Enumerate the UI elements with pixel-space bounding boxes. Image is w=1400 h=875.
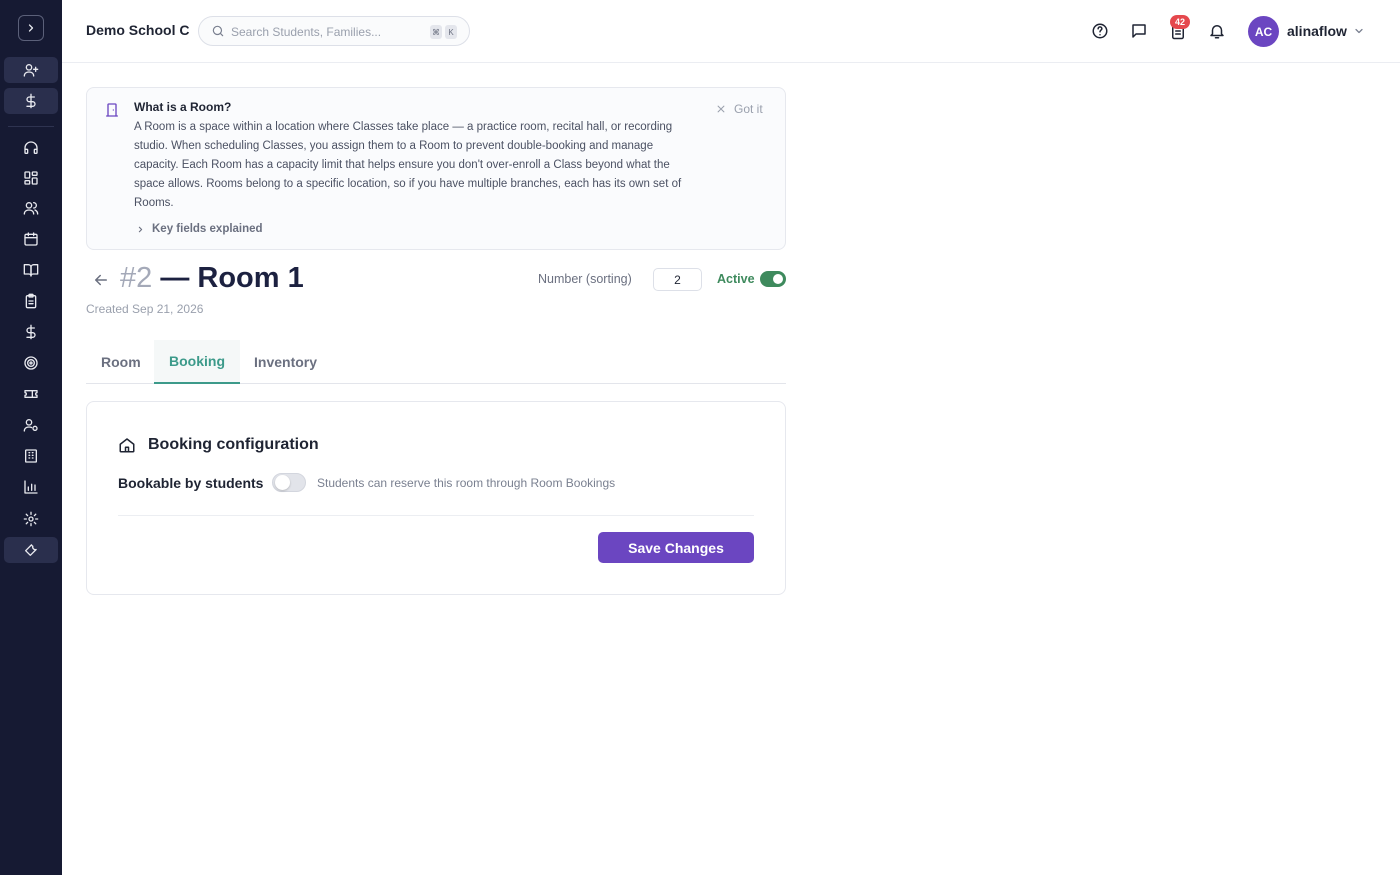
created-date: Created Sep 21, 2026 — [86, 302, 204, 316]
room-number: #2 — [120, 262, 153, 294]
bar-chart-icon — [24, 480, 38, 494]
user-settings-icon — [23, 419, 38, 432]
sidebar-item-locations[interactable] — [4, 443, 58, 469]
building-icon — [25, 449, 37, 463]
page-title: #2 — Room 1 — [120, 262, 304, 295]
bookable-label: Bookable by students — [118, 475, 264, 491]
school-name[interactable]: Demo School C — [86, 22, 189, 38]
tab-room[interactable]: Room — [86, 340, 156, 384]
username[interactable]: alinaflow — [1287, 23, 1347, 39]
sidebar-item-dashboard[interactable] — [4, 165, 58, 191]
sidebar-item-billing[interactable] — [4, 319, 58, 345]
toggle-knob — [275, 475, 290, 490]
info-description: A Room is a space within a location wher… — [134, 121, 682, 209]
sidebar-item-tickets[interactable] — [4, 381, 58, 407]
user-avatar[interactable]: AC — [1248, 16, 1279, 47]
users-icon — [23, 202, 39, 215]
wrench-icon — [25, 544, 37, 556]
active-label: Active — [717, 272, 755, 286]
help-button[interactable] — [1090, 21, 1110, 41]
sidebar-item-settings[interactable] — [4, 506, 58, 532]
door-icon — [106, 103, 118, 117]
bookable-description: Students can reserve this room through R… — [317, 476, 616, 490]
help-circle-icon — [1092, 23, 1108, 39]
info-title: What is a Room? — [134, 100, 232, 114]
home-icon — [119, 438, 135, 453]
sidebar-item-tools[interactable] — [4, 537, 58, 563]
key-fields-toggle[interactable]: Key fields explained — [136, 223, 263, 235]
back-arrow-icon[interactable] — [92, 271, 110, 289]
sidebar-item-goals[interactable] — [4, 350, 58, 376]
tasks-count-badge: 42 — [1170, 15, 1190, 29]
sidebar-item-courses[interactable] — [4, 257, 58, 283]
active-toggle[interactable] — [760, 271, 786, 287]
sidebar-item-people[interactable] — [4, 195, 58, 221]
clipboard-icon — [25, 293, 37, 309]
sorting-number-input[interactable] — [653, 268, 702, 291]
sidebar-item-support[interactable] — [4, 135, 58, 161]
dollar-icon — [26, 324, 36, 340]
key-fields-label: Key fields explained — [152, 223, 263, 235]
search-icon — [212, 25, 224, 37]
calendar-icon — [24, 232, 38, 246]
top-header: Demo School C ⌘ K 42 AC alinaflow — [62, 0, 1400, 63]
room-name: — Room 1 — [160, 262, 304, 294]
tab-inventory[interactable]: Inventory — [239, 340, 332, 384]
room-tabs: Room Booking Inventory — [86, 340, 786, 384]
bell-icon — [1210, 25, 1224, 39]
booking-configuration-card: Booking configuration Bookable by studen… — [86, 401, 786, 595]
dismiss-label: Got it — [734, 102, 763, 116]
sidebar-item-reports[interactable] — [4, 474, 58, 500]
sidebar-item-tasks[interactable] — [4, 288, 58, 314]
notifications-button[interactable] — [1207, 21, 1227, 41]
message-icon — [1132, 24, 1146, 38]
booking-section-title: Booking configuration — [148, 436, 319, 453]
search-input[interactable] — [231, 23, 421, 41]
sidebar-item-add-student[interactable] — [4, 57, 58, 83]
chevron-right-icon — [138, 226, 143, 232]
user-plus-icon — [23, 63, 39, 77]
sidebar-item-staff[interactable] — [4, 412, 58, 438]
chevron-down-icon[interactable] — [1353, 25, 1365, 37]
room-info-callout: What is a Room? A Room is a space within… — [86, 87, 786, 250]
save-changes-button[interactable]: Save Changes — [598, 532, 754, 563]
global-search[interactable]: ⌘ K — [198, 16, 470, 46]
bookable-toggle[interactable] — [272, 473, 306, 492]
tab-booking[interactable]: Booking — [154, 340, 240, 384]
sidebar-expand-button[interactable] — [18, 15, 44, 41]
dollar-icon — [26, 93, 36, 109]
book-icon — [23, 264, 39, 277]
grid-icon — [24, 171, 38, 185]
gear-icon — [23, 511, 39, 527]
sidebar — [0, 0, 62, 875]
ticket-icon — [24, 390, 38, 398]
chevron-right-icon — [28, 24, 34, 32]
toggle-knob — [773, 274, 783, 284]
messages-button[interactable] — [1129, 21, 1149, 41]
sorting-number-label: Number (sorting) — [538, 272, 632, 286]
sidebar-divider — [8, 126, 54, 127]
headset-icon — [24, 141, 38, 154]
close-icon — [717, 105, 725, 113]
sidebar-item-calendar[interactable] — [4, 226, 58, 252]
section-divider — [118, 515, 754, 516]
shortcut-key-k: K — [445, 25, 457, 39]
shortcut-key-cmd: ⌘ — [430, 25, 442, 39]
dismiss-info-button[interactable]: Got it — [716, 102, 763, 116]
target-icon — [24, 356, 38, 370]
sidebar-item-payments-quick[interactable] — [4, 88, 58, 114]
